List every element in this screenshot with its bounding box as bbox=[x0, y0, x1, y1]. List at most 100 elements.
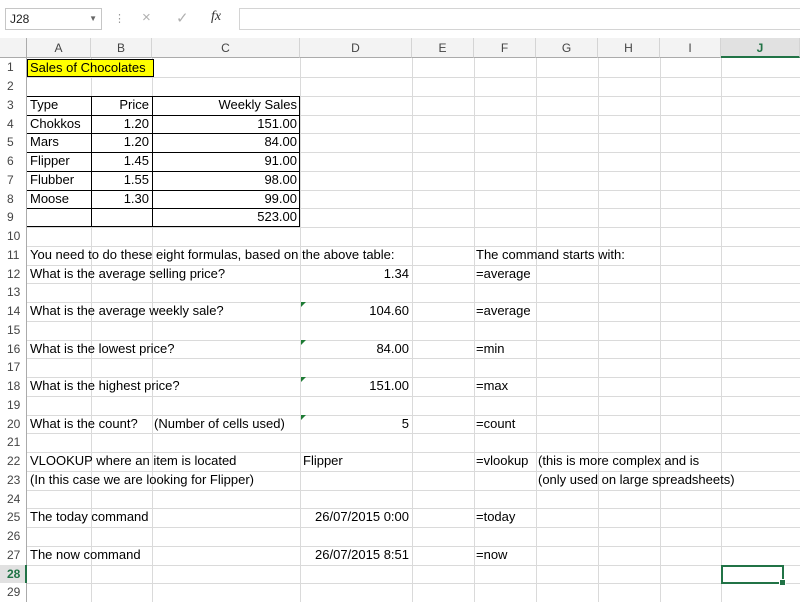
answer-now[interactable]: 26/07/2015 8:51 bbox=[300, 546, 409, 564]
spreadsheet-grid[interactable]: A B C D E F G H I J 1 2 3 4 5 6 7 8 9 10… bbox=[0, 38, 800, 602]
command-today[interactable]: =today bbox=[476, 508, 515, 526]
row-header-2[interactable]: 2 bbox=[0, 77, 27, 96]
table-cell-sales[interactable]: 98.00 bbox=[152, 171, 297, 189]
table-cell-type[interactable]: Flipper bbox=[30, 152, 70, 170]
table-cell-sales[interactable]: 99.00 bbox=[152, 190, 297, 208]
vlookup-note[interactable]: (this is more complex and is bbox=[538, 452, 699, 470]
table-cell-price[interactable]: 1.45 bbox=[91, 152, 149, 170]
column-header-c[interactable]: C bbox=[152, 38, 300, 58]
row-header-17[interactable]: 17 bbox=[0, 358, 27, 377]
row-header-21[interactable]: 21 bbox=[0, 433, 27, 452]
row-header-23[interactable]: 23 bbox=[0, 471, 27, 490]
row-header-9[interactable]: 9 bbox=[0, 208, 27, 227]
column-header-f[interactable]: F bbox=[474, 38, 536, 58]
question-count-note[interactable]: (Number of cells used) bbox=[154, 415, 285, 433]
question-lowest-price[interactable]: What is the lowest price? bbox=[30, 340, 175, 358]
row-header-10[interactable]: 10 bbox=[0, 227, 27, 246]
row-header-7[interactable]: 7 bbox=[0, 171, 27, 190]
answer-average-sale[interactable]: 104.60 bbox=[300, 302, 409, 320]
insert-function-icon[interactable]: fx bbox=[211, 9, 221, 25]
row-header-15[interactable]: 15 bbox=[0, 321, 27, 340]
row-header-24[interactable]: 24 bbox=[0, 490, 27, 508]
question-average-sale[interactable]: What is the average weekly sale? bbox=[30, 302, 224, 320]
table-cell-sales[interactable]: 91.00 bbox=[152, 152, 297, 170]
name-box[interactable]: J28 ▼ bbox=[5, 8, 102, 30]
row-header-11[interactable]: 11 bbox=[0, 246, 27, 265]
command-now[interactable]: =now bbox=[476, 546, 507, 564]
command-vlookup[interactable]: =vlookup bbox=[476, 452, 528, 470]
question-average-price[interactable]: What is the average selling price? bbox=[30, 265, 225, 283]
row-header-13[interactable]: 13 bbox=[0, 283, 27, 302]
row-header-26[interactable]: 26 bbox=[0, 527, 27, 546]
answer-count[interactable]: 5 bbox=[300, 415, 409, 433]
row-header-16[interactable]: 16 bbox=[0, 340, 27, 358]
formula-input[interactable] bbox=[239, 8, 800, 30]
answer-vlookup[interactable]: Flipper bbox=[303, 452, 343, 470]
fill-handle[interactable] bbox=[779, 579, 786, 586]
table-cell-type[interactable]: Mars bbox=[30, 133, 59, 151]
column-header-h[interactable]: H bbox=[598, 38, 660, 58]
table-cell-price[interactable]: 1.20 bbox=[91, 133, 149, 151]
command-average-price[interactable]: =average bbox=[476, 265, 531, 283]
question-highest-price[interactable]: What is the highest price? bbox=[30, 377, 180, 395]
column-header-g[interactable]: G bbox=[536, 38, 598, 58]
row-header-18[interactable]: 18 bbox=[0, 377, 27, 396]
active-cell-j28[interactable] bbox=[721, 565, 786, 586]
table-cell-price[interactable]: 1.20 bbox=[91, 115, 149, 133]
row-header-27[interactable]: 27 bbox=[0, 546, 27, 565]
cancel-icon[interactable]: × bbox=[142, 9, 151, 26]
row-header-3[interactable]: 3 bbox=[0, 96, 27, 115]
command-highest-price[interactable]: =max bbox=[476, 377, 508, 395]
question-now[interactable]: The now command bbox=[30, 546, 141, 564]
question-today[interactable]: The today command bbox=[30, 508, 149, 526]
enter-icon[interactable]: ✓ bbox=[176, 9, 189, 27]
table-cell-type[interactable]: Flubber bbox=[30, 171, 74, 189]
row-header-19[interactable]: 19 bbox=[0, 396, 27, 415]
row-header-5[interactable]: 5 bbox=[0, 133, 27, 152]
answer-highest-price[interactable]: 151.00 bbox=[300, 377, 409, 395]
row-header-20[interactable]: 20 bbox=[0, 415, 27, 433]
answer-today[interactable]: 26/07/2015 0:00 bbox=[300, 508, 409, 526]
column-header-j[interactable]: J bbox=[721, 38, 800, 58]
name-box-dropdown-icon[interactable]: ▼ bbox=[89, 9, 97, 29]
table-cell-type[interactable]: Chokkos bbox=[30, 115, 81, 133]
column-header-b[interactable]: B bbox=[91, 38, 152, 58]
table-header-weekly-sales[interactable]: Weekly Sales bbox=[152, 96, 297, 114]
table-cell-sales[interactable]: 151.00 bbox=[152, 115, 297, 133]
row-header-1[interactable]: 1 bbox=[0, 58, 27, 77]
vlookup-note-detail[interactable]: (only used on large spreadsheets) bbox=[538, 471, 735, 489]
instructions-intro[interactable]: You need to do these eight formulas, bas… bbox=[30, 246, 395, 264]
column-header-a[interactable]: A bbox=[27, 38, 91, 58]
gridline bbox=[27, 227, 800, 228]
question-count[interactable]: What is the count? bbox=[30, 415, 138, 433]
table-cell-price[interactable]: 1.30 bbox=[91, 190, 149, 208]
column-header-i[interactable]: I bbox=[660, 38, 721, 58]
title-cell[interactable]: Sales of Chocolates bbox=[27, 59, 154, 77]
table-cell-price[interactable]: 1.55 bbox=[91, 171, 149, 189]
row-header-14[interactable]: 14 bbox=[0, 302, 27, 321]
row-header-4[interactable]: 4 bbox=[0, 115, 27, 133]
table-cell-type[interactable]: Moose bbox=[30, 190, 69, 208]
row-header-28[interactable]: 28 bbox=[0, 565, 27, 583]
row-header-8[interactable]: 8 bbox=[0, 190, 27, 208]
table-header-price[interactable]: Price bbox=[91, 96, 149, 114]
row-header-12[interactable]: 12 bbox=[0, 265, 27, 283]
table-cell-sales[interactable]: 84.00 bbox=[152, 133, 297, 151]
answer-average-price[interactable]: 1.34 bbox=[300, 265, 409, 283]
question-vlookup[interactable]: VLOOKUP where an item is located bbox=[30, 452, 236, 470]
select-all-corner[interactable] bbox=[0, 38, 27, 58]
question-vlookup-detail[interactable]: (In this case we are looking for Flipper… bbox=[30, 471, 254, 489]
command-lowest-price[interactable]: =min bbox=[476, 340, 505, 358]
row-header-29[interactable]: 29 bbox=[0, 583, 27, 602]
column-header-d[interactable]: D bbox=[300, 38, 412, 58]
command-average-sale[interactable]: =average bbox=[476, 302, 531, 320]
answer-lowest-price[interactable]: 84.00 bbox=[300, 340, 409, 358]
row-header-6[interactable]: 6 bbox=[0, 152, 27, 171]
row-header-22[interactable]: 22 bbox=[0, 452, 27, 471]
row-header-25[interactable]: 25 bbox=[0, 508, 27, 527]
command-header[interactable]: The command starts with: bbox=[476, 246, 625, 264]
column-header-e[interactable]: E bbox=[412, 38, 474, 58]
table-total-sales[interactable]: 523.00 bbox=[152, 208, 297, 226]
table-header-type[interactable]: Type bbox=[30, 96, 58, 114]
command-count[interactable]: =count bbox=[476, 415, 515, 433]
